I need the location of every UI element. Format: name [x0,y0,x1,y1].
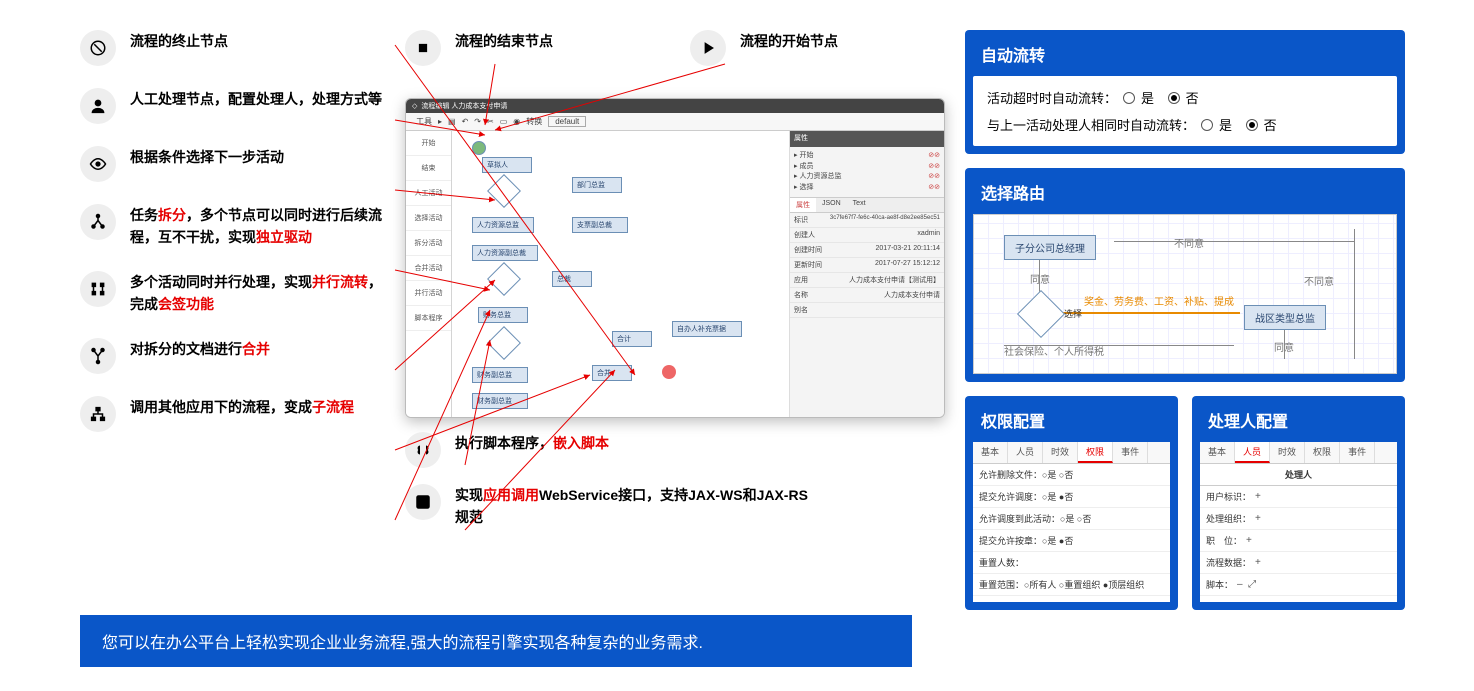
feature-text: 任务拆分，多个节点可以同时进行后续流程，互不干扰，实现独立驱动 [130,204,385,249]
radio-no[interactable] [1168,92,1180,104]
feature-end: 流程的结束节点 [405,30,660,66]
feature-merge: 对拆分的文档进行合并 [80,338,385,374]
config-row: 允许删除文件：○是 ○否 [973,464,1170,486]
feature-start: 流程的开始节点 [690,30,945,66]
property-panel: 属性 ▸ 开始 ⊘⊘ ▸ 成员 ⊘⊘ ▸ 人力资源总监 ⊘⊘ ▸ 选择 ⊘⊘ 属… [790,131,944,417]
config-row: 提交允许按章：○是 ●否 [973,530,1170,552]
square-icon [405,30,441,66]
feature-parallel: 多个活动同时并行处理，实现并行流转，完成会签功能 [80,271,385,316]
card-title: 选择路由 [973,176,1397,214]
feature-text: 实现应用调用WebService接口，支持JAX-WS和JAX-RS规范 [455,484,815,529]
feature-subprocess: 调用其他应用下的流程，变成子流程 [80,396,385,432]
summary-banner: 您可以在办公平台上轻松实现企业业务流程,强大的流程引擎实现各种复杂的业务需求. [80,615,912,667]
tree-icon [80,396,116,432]
config-row: 允许调度到此活动：○是 ○否 [973,508,1170,530]
split-icon [80,204,116,240]
feature-text: 流程的开始节点 [740,30,838,52]
tabs: 基本人员时效权限事件 [1200,442,1397,464]
config-row: 提交允许调度：○是 ●否 [973,486,1170,508]
tab[interactable]: 人员 [1008,442,1043,463]
window-title: ◇流程编辑 人力成本支付申请 [406,99,944,113]
workflow-editor-screenshot: ◇流程编辑 人力成本支付申请 工具▸▤↶↷✂▭◉转换default 开始结束人工… [405,98,945,418]
left-feature-list: 流程的终止节点 人工处理节点，配置处理人，处理方式等 根据条件选择下一步活动 任… [80,30,385,610]
config-row: 处理组织：+ [1200,508,1397,530]
config-row: 重置人数： [973,552,1170,574]
config-row: 是否允许拒绝：○是 ○否 [973,596,1170,602]
config-row: 重置范围：○所有人 ○重置组织 ●顶层组织 [973,574,1170,596]
right-column: 自动流转 活动超时时自动流转：是 否 与上一活动处理人相同时自动流转：是 否 选… [965,30,1405,610]
script-placeholder[interactable]: 点击此处，编写脚本代码 [1200,596,1397,602]
feature-script: 执行脚本程序，嵌入脚本 [405,432,945,468]
route-diagram: 子分公司总经理 选择 战区类型总监 不同意 同意 奖金、劳务费、工资、补贴、提成… [973,214,1397,374]
radio-yes[interactable] [1123,92,1135,104]
eye-icon [80,146,116,182]
card-auto-flow: 自动流转 活动超时时自动流转：是 否 与上一活动处理人相同时自动流转：是 否 [965,30,1405,154]
tab[interactable]: 人员 [1235,442,1270,463]
user-icon [80,88,116,124]
section-title: 处理人 [1200,464,1397,486]
card-route: 选择路由 子分公司总经理 选择 战区类型总监 不同意 同意 奖金、劳务费、工资、… [965,168,1405,382]
tab[interactable]: 权限 [1078,442,1113,463]
feature-split: 任务拆分，多个节点可以同时进行后续流程，互不干扰，实现独立驱动 [80,204,385,249]
config-row: 用户标识：+ [1200,486,1397,508]
feature-text: 多个活动同时并行处理，实现并行流转，完成会签功能 [130,271,385,316]
card-handler: 处理人配置 基本人员时效权限事件 处理人 用户标识：+ 处理组织：+ 职 位：+… [1192,396,1405,610]
tab[interactable]: 时效 [1043,442,1078,463]
feature-text: 流程的终止节点 [130,30,228,52]
workflow-canvas: 草拟人 部门总监 人力资源总监 支票副总裁 人力资源副总裁 总裁 财务总监 合计… [452,131,790,417]
feature-terminate: 流程的终止节点 [80,30,385,66]
play-icon [690,30,726,66]
config-row: 流程数据：+ [1200,552,1397,574]
merge-icon [80,338,116,374]
tab[interactable]: 基本 [1200,442,1235,463]
feature-manual: 人工处理节点，配置处理人，处理方式等 [80,88,385,124]
radio-yes[interactable] [1201,119,1213,131]
tab[interactable]: 事件 [1340,442,1375,463]
code-icon [405,432,441,468]
auto-timeout-row: 活动超时时自动流转：是 否 [987,88,1383,107]
parallel-icon [80,271,116,307]
stop-icon [80,30,116,66]
config-row: 职 位：+ [1200,530,1397,552]
card-title: 权限配置 [973,404,1170,442]
config-row: 脚本：– ⤢ [1200,574,1397,596]
feature-webservice: 实现应用调用WebService接口，支持JAX-WS和JAX-RS规范 [405,484,945,529]
feature-text: 对拆分的文档进行合并 [130,338,270,360]
window-icon [405,484,441,520]
feature-text: 流程的结束节点 [455,30,553,52]
tab[interactable]: 基本 [973,442,1008,463]
card-title: 自动流转 [973,38,1397,76]
feature-text: 人工处理节点，配置处理人，处理方式等 [130,88,382,110]
card-title: 处理人配置 [1200,404,1397,442]
tabs: 基本人员时效权限事件 [973,442,1170,464]
auto-samehandler-row: 与上一活动处理人相同时自动流转：是 否 [987,115,1383,134]
tab[interactable]: 权限 [1305,442,1340,463]
radio-no[interactable] [1246,119,1258,131]
feature-condition: 根据条件选择下一步活动 [80,146,385,182]
feature-text: 调用其他应用下的流程，变成子流程 [130,396,354,418]
tool-palette: 开始结束人工活动选择活动拆分活动合并活动并行活动脚本程序 [406,131,452,417]
feature-text: 执行脚本程序，嵌入脚本 [455,432,609,454]
toolbar: 工具▸▤↶↷✂▭◉转换default [406,113,944,131]
feature-text: 根据条件选择下一步活动 [130,146,284,168]
middle-column: 流程的结束节点 流程的开始节点 ◇流程编辑 人力成本支付申请 工具▸▤↶↷✂▭◉… [405,30,945,610]
tab[interactable]: 时效 [1270,442,1305,463]
tab[interactable]: 事件 [1113,442,1148,463]
card-permission: 权限配置 基本人员时效权限事件 允许删除文件：○是 ○否 提交允许调度：○是 ●… [965,396,1178,610]
